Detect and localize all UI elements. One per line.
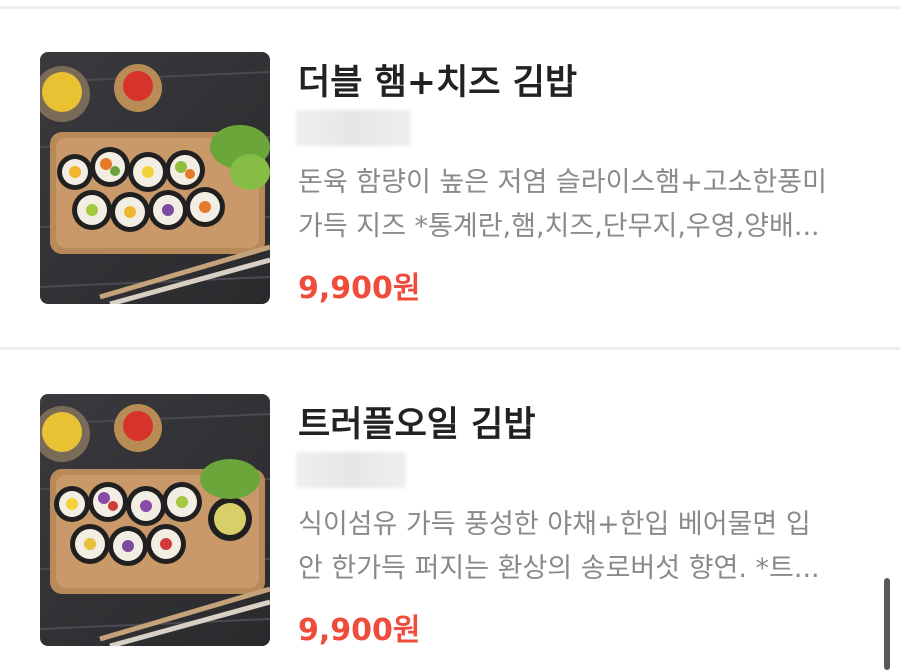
menu-item-price: 9,900원 <box>298 613 421 648</box>
menu-item-image[interactable] <box>40 394 270 646</box>
menu-item-image[interactable] <box>40 52 270 304</box>
description-line: 식이섬유 가득 풍성한 야채+한입 베어물면 입 <box>298 509 811 540</box>
menu-list-screen: 더블 햄+치즈 김밥 돈육 함량이 높은 저염 슬라이스햄+고소한풍미 가득 지… <box>0 0 900 670</box>
scrollbar-thumb[interactable] <box>884 578 890 670</box>
item-divider <box>0 347 900 350</box>
menu-item-title: 트러플오일 김밥 <box>298 405 536 445</box>
menu-item-description: 식이섬유 가득 풍성한 야채+한입 베어물면 입 안 한가득 퍼지는 환상의 송… <box>298 503 868 591</box>
description-line: 가득 지즈 *통계란,햄,치즈,단무지,우영,양배... <box>298 211 820 242</box>
menu-item-truffle-oil[interactable]: 트러플오일 김밥 식이섬유 가득 풍성한 야채+한입 베어물면 입 안 한가득 … <box>0 352 900 652</box>
menu-item-double-ham-cheese[interactable]: 더블 햄+치즈 김밥 돈육 함량이 높은 저염 슬라이스햄+고소한풍미 가득 지… <box>0 10 900 310</box>
menu-item-price: 9,900원 <box>298 271 421 306</box>
kimbap-photo-icon <box>40 52 270 304</box>
top-divider <box>0 6 900 9</box>
menu-item-title: 더블 햄+치즈 김밥 <box>298 63 578 103</box>
blurred-tag <box>296 452 406 488</box>
description-line: 안 한가득 퍼지는 환상의 송로버섯 향연. *트... <box>298 553 820 584</box>
menu-item-description: 돈육 함량이 높은 저염 슬라이스햄+고소한풍미 가득 지즈 *통계란,햄,치즈… <box>298 161 868 249</box>
kimbap-photo-icon <box>40 394 270 646</box>
blurred-tag <box>296 110 411 146</box>
description-line: 돈육 함량이 높은 저염 슬라이스햄+고소한풍미 <box>298 167 827 198</box>
